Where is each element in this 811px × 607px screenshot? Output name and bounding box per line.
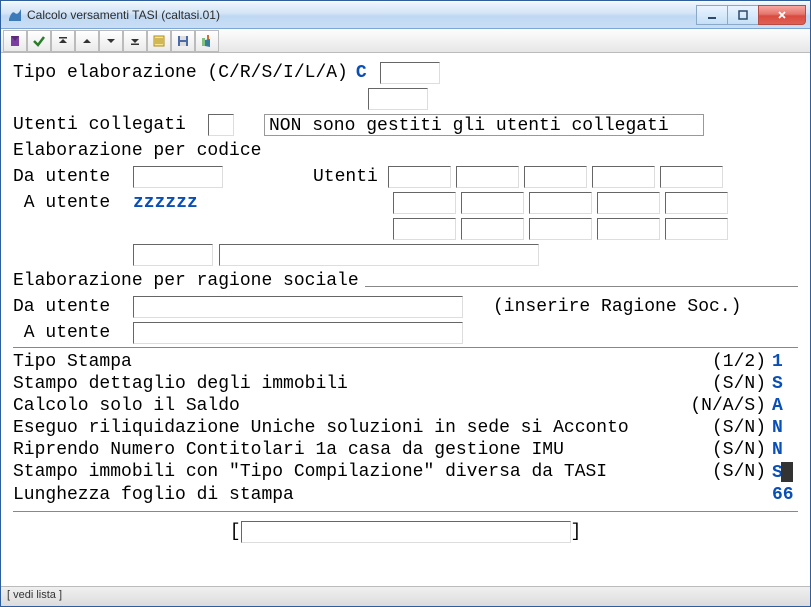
help-button[interactable] <box>3 30 27 52</box>
utente-cell[interactable] <box>529 192 592 214</box>
up-button[interactable] <box>75 30 99 52</box>
utente-cell[interactable] <box>393 192 456 214</box>
bottom-input[interactable] <box>241 521 571 543</box>
option-value[interactable]: S <box>772 374 798 394</box>
utenti-collegati-value[interactable] <box>208 114 234 136</box>
option-hint: (1/2) <box>712 352 766 372</box>
window: Calcolo versamenti TASI (caltasi.01) Tip… <box>0 0 811 607</box>
down-button[interactable] <box>99 30 123 52</box>
utente-cell[interactable] <box>592 166 655 188</box>
a-utente-codice-label: A utente <box>13 193 133 213</box>
utenti-label: Utenti <box>313 167 378 187</box>
exit-button[interactable] <box>195 30 219 52</box>
minimize-button[interactable] <box>696 5 728 25</box>
elab-ragione-label: Elaborazione per ragione sociale <box>13 271 359 291</box>
option-label: Stampo dettaglio degli immobili <box>13 374 712 394</box>
option-value[interactable]: 66 <box>772 485 798 505</box>
option-value[interactable]: S <box>772 462 798 483</box>
titlebar: Calcolo versamenti TASI (caltasi.01) <box>1 1 810 29</box>
form-content: Tipo elaborazione (C/R/S/I/L/A) C Utenti… <box>1 53 810 586</box>
option-row: Eseguo riliquidazione Uniche soluzioni i… <box>13 418 798 438</box>
option-hint: (N/A/S) <box>690 396 766 416</box>
utente-cell[interactable] <box>388 166 451 188</box>
a-utente-ragione-input[interactable] <box>133 322 463 344</box>
option-row: Lunghezza foglio di stampa 66 <box>13 485 798 505</box>
utente-cell[interactable] <box>665 218 728 240</box>
option-row: Stampo immobili con "Tipo Compilazione" … <box>13 462 798 483</box>
tipo-elaborazione-value[interactable]: C <box>356 63 372 83</box>
option-label: Tipo Stampa <box>13 352 712 372</box>
utente-cell[interactable] <box>524 166 587 188</box>
extra-code-2[interactable] <box>219 244 539 266</box>
close-button[interactable] <box>758 5 806 25</box>
window-controls <box>697 5 806 25</box>
utente-cell[interactable] <box>456 166 519 188</box>
utente-cell[interactable] <box>461 218 524 240</box>
a-utente-codice-value[interactable]: zzzzzz <box>133 193 223 213</box>
text-cursor <box>781 462 793 482</box>
bottom-bracket-right: ] <box>571 522 582 542</box>
da-utente-ragione-label: Da utente <box>13 297 133 317</box>
utenti-row-1 <box>388 166 793 188</box>
window-title: Calcolo versamenti TASI (caltasi.01) <box>27 8 697 22</box>
bottom-bracket-left: [ <box>230 522 241 542</box>
utenti-collegati-msg: NON sono gestiti gli utenti collegati <box>264 114 704 136</box>
option-row: Riprendo Numero Contitolari 1a casa da g… <box>13 440 798 460</box>
utente-cell[interactable] <box>665 192 728 214</box>
option-label: Riprendo Numero Contitolari 1a casa da g… <box>13 440 712 460</box>
da-utente-codice-label: Da utente <box>13 167 133 187</box>
options-block: Tipo Stampa(1/2)1Stampo dettaglio degli … <box>13 352 798 505</box>
utente-cell[interactable] <box>597 192 660 214</box>
da-utente-codice-input[interactable] <box>133 166 223 188</box>
tipo-elaborazione-label: Tipo elaborazione (C/R/S/I/L/A) <box>13 63 348 83</box>
option-label: Eseguo riliquidazione Uniche soluzioni i… <box>13 418 712 438</box>
utente-cell[interactable] <box>461 192 524 214</box>
first-button[interactable] <box>51 30 75 52</box>
option-label: Lunghezza foglio di stampa <box>13 485 766 505</box>
option-value[interactable]: A <box>772 396 798 416</box>
extra-code-1[interactable] <box>133 244 213 266</box>
elab-codice-label: Elaborazione per codice <box>13 141 261 161</box>
a-utente-ragione-label: A utente <box>13 323 133 343</box>
utente-cell[interactable] <box>597 218 660 240</box>
option-hint: (S/N) <box>712 440 766 460</box>
last-button[interactable] <box>123 30 147 52</box>
ragione-hint: (inserire Ragione Soc.) <box>493 297 741 317</box>
option-hint: (S/N) <box>712 374 766 394</box>
da-utente-ragione-input[interactable] <box>133 296 463 318</box>
separator <box>13 511 798 512</box>
app-icon <box>7 7 23 23</box>
list-button[interactable] <box>147 30 171 52</box>
utenti-row-3 <box>393 218 798 240</box>
option-hint: (S/N) <box>712 418 766 438</box>
separator <box>13 347 798 348</box>
utente-cell[interactable] <box>393 218 456 240</box>
statusbar: [ vedi lista ] <box>1 586 810 606</box>
option-label: Calcolo solo il Saldo <box>13 396 690 416</box>
save-button[interactable] <box>171 30 195 52</box>
option-value[interactable]: N <box>772 418 798 438</box>
option-row: Tipo Stampa(1/2) 1 <box>13 352 798 372</box>
maximize-button[interactable] <box>727 5 759 25</box>
option-label: Stampo immobili con "Tipo Compilazione" … <box>13 462 712 483</box>
utente-cell[interactable] <box>529 218 592 240</box>
status-text: [ vedi lista ] <box>7 589 62 601</box>
toolbar <box>1 29 810 53</box>
option-value[interactable]: 1 <box>772 352 798 372</box>
extra-field-1[interactable] <box>368 88 428 110</box>
utenti-collegati-label: Utenti collegati <box>13 115 208 135</box>
tipo-elaborazione-extra[interactable] <box>380 62 440 84</box>
option-row: Stampo dettaglio degli immobili(S/N) S <box>13 374 798 394</box>
confirm-button[interactable] <box>27 30 51 52</box>
option-hint: (S/N) <box>712 462 766 483</box>
utente-cell[interactable] <box>660 166 723 188</box>
option-value[interactable]: N <box>772 440 798 460</box>
utenti-row-2 <box>393 192 798 214</box>
option-row: Calcolo solo il Saldo(N/A/S) A <box>13 396 798 416</box>
